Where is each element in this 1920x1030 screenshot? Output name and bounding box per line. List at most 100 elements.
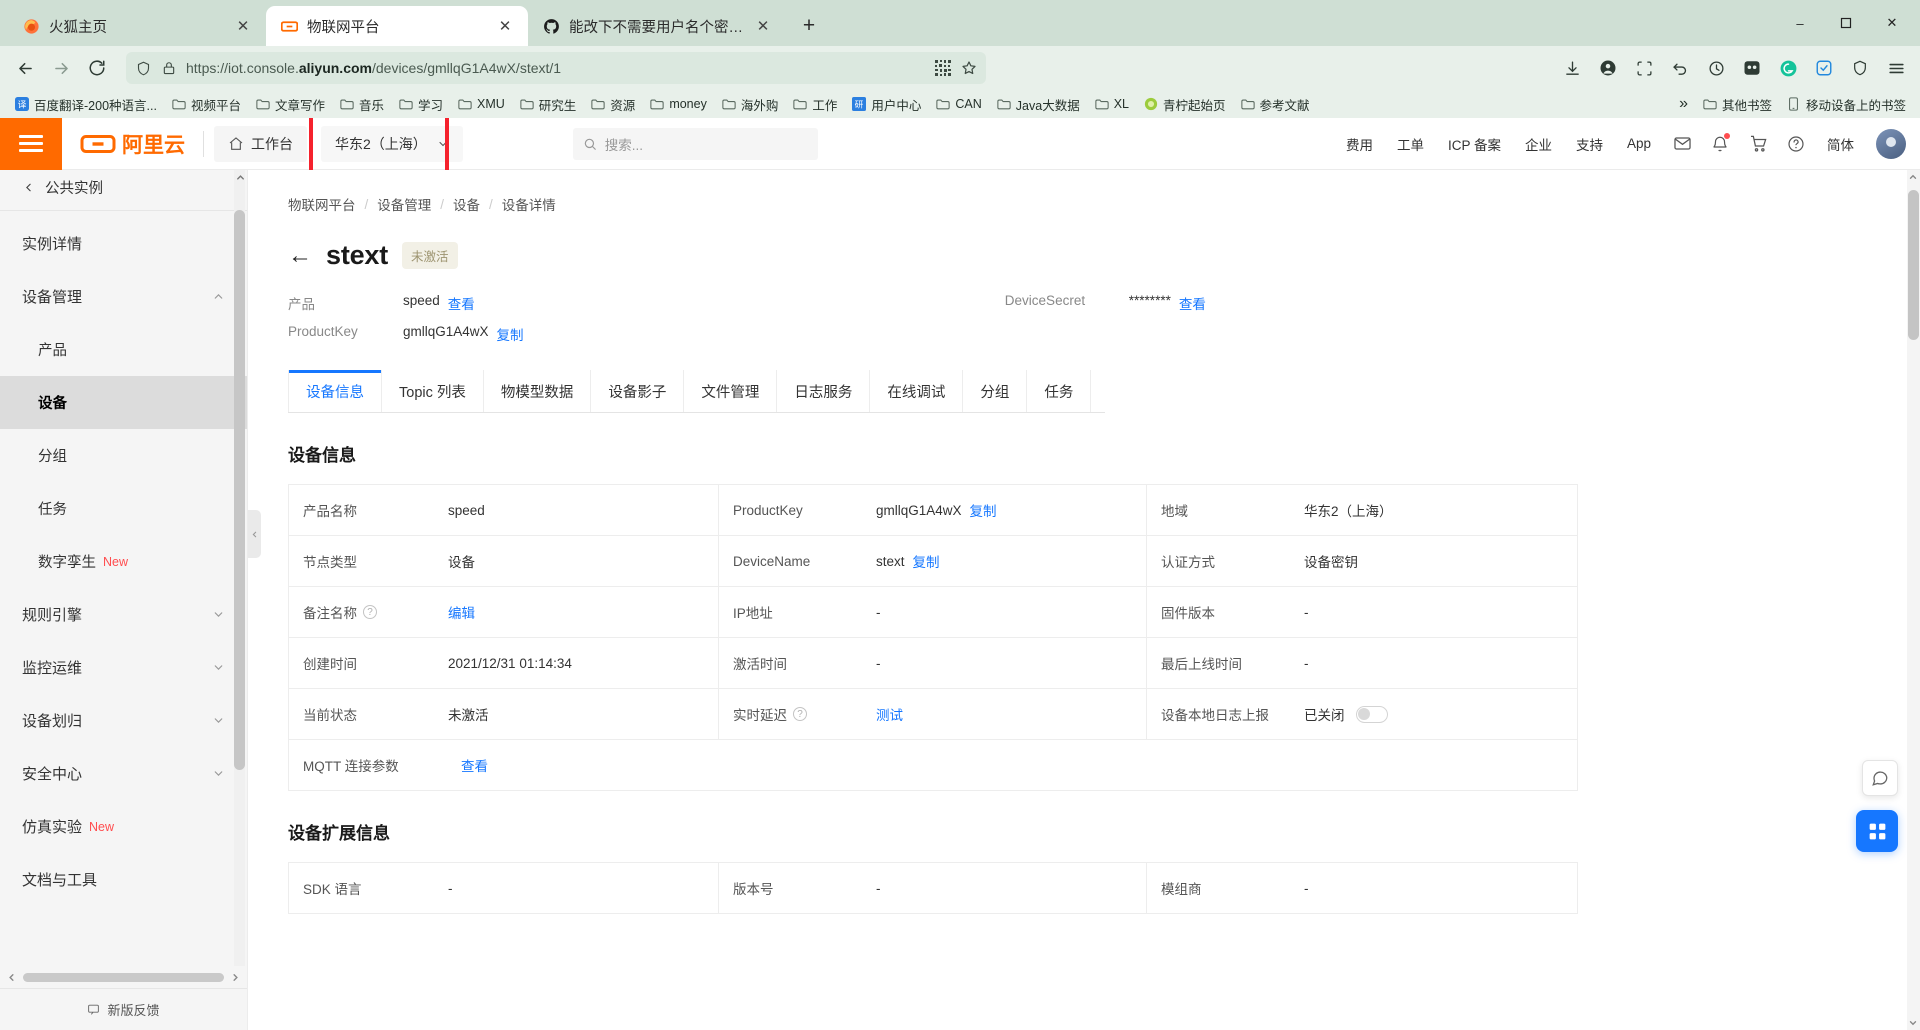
sidebar-item-digital-twin[interactable]: 数字孪生 New xyxy=(0,535,247,588)
bookmark-item[interactable]: 资源 xyxy=(584,93,641,116)
back-button[interactable] xyxy=(8,52,42,84)
grammarly-icon[interactable] xyxy=(1772,52,1804,84)
avatar[interactable] xyxy=(1876,128,1906,159)
bell-icon[interactable] xyxy=(1701,118,1739,170)
app-grid-button[interactable] xyxy=(1856,810,1898,852)
cart-icon[interactable] xyxy=(1739,118,1777,170)
tab-file-management[interactable]: 文件管理 xyxy=(684,370,778,412)
help-icon[interactable]: ? xyxy=(363,605,377,619)
sidebar-collapse-handle[interactable] xyxy=(248,510,261,558)
maximize-button[interactable] xyxy=(1824,8,1868,38)
bookmark-other[interactable]: 其他书签 xyxy=(1696,93,1778,116)
sidebar-item-rule-engine[interactable]: 规则引擎 xyxy=(0,588,247,641)
sidebar-instance-selector[interactable]: 公共实例 xyxy=(0,174,247,200)
scroll-down-icon[interactable] xyxy=(1908,1018,1918,1028)
download-icon[interactable] xyxy=(1556,52,1588,84)
bookmark-item[interactable]: 工作 xyxy=(786,93,843,116)
sidebar-item-monitoring[interactable]: 监控运维 xyxy=(0,641,247,694)
reload-button[interactable] xyxy=(80,52,114,84)
sidebar-feedback-button[interactable]: 新版反馈 xyxy=(0,988,247,1030)
browser-tab-3[interactable]: 能改下不需要用户名个密码也可 ✕ xyxy=(528,6,786,46)
header-link-icp[interactable]: ICP 备案 xyxy=(1436,118,1513,170)
help-icon[interactable]: ? xyxy=(793,707,807,721)
tab-device-shadow[interactable]: 设备影子 xyxy=(591,370,685,412)
bookmark-mobile[interactable]: 移动设备上的书签 xyxy=(1780,93,1912,116)
bookmark-item[interactable]: 学习 xyxy=(392,93,449,116)
global-search-input[interactable]: 搜索... xyxy=(572,127,818,160)
new-tab-button[interactable]: + xyxy=(792,9,826,43)
aliyun-logo[interactable]: 阿里云 xyxy=(62,129,203,159)
address-bar[interactable]: https://iot.console.aliyun.com/devices/g… xyxy=(126,52,986,84)
qr-icon[interactable] xyxy=(934,59,952,77)
region-selector[interactable]: 华东2（上海） xyxy=(321,125,463,162)
close-icon[interactable]: ✕ xyxy=(752,15,774,37)
sidebar-hscroll-thumb[interactable] xyxy=(23,972,224,982)
edit-link[interactable]: 编辑 xyxy=(448,602,475,622)
language-switch[interactable]: 简体 xyxy=(1815,118,1866,170)
account-icon[interactable] xyxy=(1592,52,1624,84)
sidebar-item-device-management[interactable]: 设备管理 xyxy=(0,270,247,323)
bookmark-item[interactable]: 参考文献 xyxy=(1234,93,1316,116)
sidebar-item-device[interactable]: 设备 xyxy=(0,376,247,429)
close-icon[interactable]: ✕ xyxy=(494,15,516,37)
product-view-link[interactable]: 查看 xyxy=(448,293,475,313)
sidebar-item-simulation[interactable]: 仿真实验 New xyxy=(0,800,247,853)
copy-link[interactable]: 复制 xyxy=(913,551,940,571)
back-arrow-icon[interactable]: ← xyxy=(288,243,312,268)
history-icon[interactable] xyxy=(1700,52,1732,84)
productkey-copy-link[interactable]: 复制 xyxy=(497,324,524,344)
tab-device-info[interactable]: 设备信息 xyxy=(288,370,382,412)
sidebar-item-group[interactable]: 分组 xyxy=(0,429,247,482)
tab-tsl-data[interactable]: 物模型数据 xyxy=(483,370,592,412)
sync-icon[interactable] xyxy=(1808,52,1840,84)
header-link-support[interactable]: 支持 xyxy=(1564,118,1615,170)
sidebar-scrollbar-thumb[interactable] xyxy=(234,210,245,770)
mail-icon[interactable] xyxy=(1663,118,1701,170)
bookmark-item[interactable]: Java大数据 xyxy=(990,93,1086,116)
minimize-button[interactable]: – xyxy=(1778,8,1822,38)
chat-support-button[interactable] xyxy=(1862,760,1898,796)
sidebar-item-security-center[interactable]: 安全中心 xyxy=(0,747,247,800)
breadcrumb-item-device-mgmt[interactable]: 设备管理 xyxy=(377,194,431,214)
bookmark-item[interactable]: 研究生 xyxy=(513,93,583,116)
bookmark-item[interactable]: XL xyxy=(1088,95,1135,113)
browser-tab-1[interactable]: 火狐主页 ✕ xyxy=(8,6,266,46)
bookmark-item[interactable]: XMU xyxy=(451,95,511,113)
page-scrollbar-track[interactable] xyxy=(1907,170,1920,1030)
hamburger-menu-icon[interactable] xyxy=(1880,52,1912,84)
breadcrumb-item-platform[interactable]: 物联网平台 xyxy=(288,194,356,214)
tab-task[interactable]: 任务 xyxy=(1027,370,1092,412)
bookmark-item[interactable]: 视频平台 xyxy=(165,93,247,116)
star-icon[interactable] xyxy=(960,59,978,77)
device-secret-view-link[interactable]: 查看 xyxy=(1179,293,1206,313)
container-icon[interactable] xyxy=(1628,52,1660,84)
scroll-left-icon[interactable] xyxy=(6,972,17,983)
bookmarks-overflow-button[interactable]: » xyxy=(1673,93,1694,115)
close-icon[interactable]: ✕ xyxy=(232,15,254,37)
bookmark-item[interactable]: 青柠起始页 xyxy=(1137,93,1232,116)
header-link-enterprise[interactable]: 企业 xyxy=(1513,118,1564,170)
sidebar-horizontal-scrollbar[interactable] xyxy=(0,966,247,988)
local-log-toggle[interactable] xyxy=(1355,705,1388,723)
tab-log-service[interactable]: 日志服务 xyxy=(777,370,871,412)
sidebar-item-docs-tools[interactable]: 文档与工具 xyxy=(0,853,247,906)
test-link[interactable]: 测试 xyxy=(876,704,903,724)
scroll-up-icon[interactable] xyxy=(235,172,246,183)
header-link-fee[interactable]: 费用 xyxy=(1334,118,1385,170)
sidebar-item-task[interactable]: 任务 xyxy=(0,482,247,535)
help-icon[interactable] xyxy=(1777,118,1815,170)
breadcrumb-item-device[interactable]: 设备 xyxy=(453,194,480,214)
workbench-button[interactable]: 工作台 xyxy=(214,125,307,162)
tab-topic-list[interactable]: Topic 列表 xyxy=(382,370,484,412)
copy-link[interactable]: 复制 xyxy=(970,500,997,520)
sidebar-item-device-assign[interactable]: 设备划归 xyxy=(0,694,247,747)
forward-button[interactable] xyxy=(44,52,78,84)
header-link-ticket[interactable]: 工单 xyxy=(1385,118,1436,170)
browser-tab-2[interactable]: 物联网平台 ✕ xyxy=(266,6,528,46)
bookmark-item[interactable]: 译 百度翻译-200种语言... xyxy=(8,93,163,116)
page-scrollbar-thumb[interactable] xyxy=(1908,190,1919,340)
bookmark-item[interactable]: 音乐 xyxy=(333,93,390,116)
mqtt-view-link[interactable]: 查看 xyxy=(461,755,488,775)
scroll-up-icon[interactable] xyxy=(1908,172,1918,182)
bookmark-item[interactable]: CAN xyxy=(929,95,987,113)
